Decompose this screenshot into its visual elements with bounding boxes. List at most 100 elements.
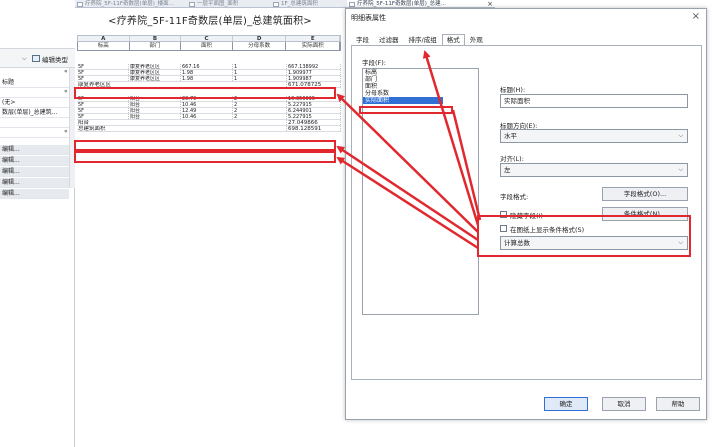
column-header[interactable]: 部门 [130, 42, 182, 50]
property-edit-row[interactable]: 编辑... [0, 178, 69, 188]
collapse-icon[interactable]: « [64, 68, 68, 75]
table-cell[interactable]: 阳台 [129, 102, 181, 107]
column-header[interactable]: 标高 [78, 42, 130, 50]
table-cell[interactable]: 2 [233, 114, 287, 119]
table-cell[interactable]: 1 [233, 76, 287, 81]
table-cell[interactable]: 10.46 [181, 102, 233, 107]
schedule-icon [349, 2, 355, 7]
table-cell[interactable]: 阳台 [129, 114, 181, 119]
table-cell[interactable]: 5F [77, 108, 129, 113]
grand-total-value: 698.128591 [287, 126, 341, 131]
field-format-label: 字段格式: [500, 193, 529, 201]
schedule-sheet: <疗养院_5F-11F奇数层(单层)_总建筑面积> A B C D E 标高 部… [75, 8, 345, 447]
alignment-label: 对齐(L): [500, 155, 524, 163]
tab-label: 疗养院_5F-11F奇数层(单层)_楼面... [85, 1, 174, 7]
cancel-button[interactable]: 取消 [602, 397, 646, 411]
table-cell[interactable]: 5.227915 [287, 102, 341, 107]
list-item[interactable]: 部门 [363, 76, 478, 83]
table-cell[interactable]: 1.909977 [287, 70, 341, 75]
table-cell[interactable]: 5F [77, 102, 129, 107]
table-cell[interactable]: 2 [233, 108, 287, 113]
alignment-select[interactable]: 左 ⌵ [500, 163, 688, 177]
table-cell[interactable]: 667.16 [181, 64, 233, 69]
table-cell[interactable]: 667.138992 [287, 64, 341, 69]
properties-header [0, 0, 75, 48]
property-edit-row[interactable]: 编辑... [0, 145, 69, 155]
field-format-button[interactable]: 字段格式(O)... [602, 187, 688, 201]
view-tab-1f-total[interactable]: 1F_总建筑面积 [271, 0, 343, 7]
select-value: 左 [504, 166, 511, 174]
heading-input[interactable]: 实际面积 [500, 94, 688, 108]
list-item[interactable]: 面积 [363, 83, 478, 90]
table-cell[interactable]: 1 [233, 70, 287, 75]
table-cell[interactable]: 1.98 [181, 70, 233, 75]
column-letter[interactable]: C [181, 36, 233, 42]
view-tab-plan-area[interactable]: 一层平面图_面积 [187, 0, 267, 7]
select-value: 水平 [504, 132, 517, 140]
property-edit-row[interactable]: 编辑... [0, 189, 69, 199]
table-cell[interactable]: 阳台 [129, 108, 181, 113]
property-edit-row[interactable]: 编辑... [0, 156, 69, 166]
tab-close-icon[interactable]: × [487, 0, 493, 7]
table-cell[interactable]: 康复养老区区 [129, 64, 181, 69]
column-header[interactable]: 面积 [181, 42, 233, 50]
subtotal-value: 27.049866 [287, 120, 341, 125]
schedule-properties-dialog: 明细表属性 × 字段 过滤器 排序/成组 格式 外观 字段(F): 标高 部门 … [345, 8, 707, 420]
column-header-actual-area[interactable]: 实际面积 [286, 42, 341, 50]
table-cell[interactable]: 5.227915 [287, 114, 341, 119]
table-cell[interactable]: 康复养老区区 [129, 76, 181, 81]
chevron-down-icon[interactable]: ⌵ [22, 55, 27, 63]
close-icon[interactable]: × [692, 11, 700, 22]
table-cell[interactable]: 1.909987 [287, 76, 341, 81]
dialog-title: 明细表属性 [351, 14, 386, 22]
edit-type-button[interactable]: 编辑类型 [42, 54, 68, 64]
view-tab-floor-area[interactable]: 疗养院_5F-11F奇数层(单层)_楼面... [75, 0, 175, 7]
chevron-down-icon: ⌵ [678, 132, 683, 139]
list-item-selected[interactable]: 实际面积 [363, 97, 443, 104]
tab-label: 1F_总建筑面积 [281, 1, 318, 7]
table-cell[interactable]: 5F [77, 64, 129, 69]
chevron-down-icon: ⌵ [678, 166, 683, 173]
column-header[interactable]: 分母系数 [233, 42, 287, 50]
type-selector-bar: ⌵ 编辑类型 [0, 48, 75, 68]
schedule-title: <疗养院_5F-11F奇数层(单层)_总建筑面积> [108, 16, 312, 27]
highlight-calculation-box [477, 215, 691, 257]
subtotal-label: 阳台 [77, 120, 287, 125]
property-edit-row[interactable]: 编辑... [0, 167, 69, 177]
ok-button[interactable]: 确定 [544, 397, 588, 411]
column-letter[interactable]: D [233, 36, 287, 42]
table-cell[interactable]: 5F [77, 76, 129, 81]
properties-panel: ⌵ 编辑类型 标题 « « (无> 数层(单层)_总建筑... « 编辑... … [0, 0, 75, 447]
highlight-subtotal-box [74, 87, 336, 99]
app-window: 疗养院_5F-11F奇数层(单层)_楼面... 一层平面图_面积 1F_总建筑面… [0, 0, 721, 447]
column-letter[interactable]: A [78, 36, 130, 42]
tab-label: 一层平面图_面积 [197, 1, 239, 7]
table-cell[interactable]: 10.46 [181, 114, 233, 119]
help-button[interactable]: 帮助 [656, 397, 700, 411]
property-row [0, 118, 69, 128]
table-cell[interactable]: 康复养老区区 [129, 70, 181, 75]
column-letter[interactable]: B [130, 36, 182, 42]
collapse-icon[interactable]: « [64, 128, 68, 135]
list-item[interactable]: 标高 [363, 69, 478, 76]
table-cell[interactable]: 5F [77, 70, 129, 75]
schedule-icon [77, 2, 83, 7]
table-cell[interactable]: 5F [77, 114, 129, 119]
table-cell[interactable]: 1.98 [181, 76, 233, 81]
table-cell[interactable]: 6.244901 [287, 108, 341, 113]
column-header-row: 标高 部门 面积 分母系数 实际面积 [77, 42, 341, 51]
table-cell[interactable]: 2 [233, 102, 287, 107]
table-cell[interactable]: 1 [233, 64, 287, 69]
list-item[interactable]: 分母系数 [363, 90, 478, 97]
heading-orientation-select[interactable]: 水平 ⌵ [500, 129, 688, 143]
edit-type-icon [32, 55, 40, 62]
property-row: 数层(单层)_总建筑... [0, 108, 69, 118]
heading-label: 标题(H): [500, 86, 526, 94]
schedule-icon [273, 2, 279, 7]
collapse-icon[interactable]: « [64, 88, 68, 95]
grand-total-row[interactable]: 总建筑面积 698.128591 [77, 126, 341, 132]
property-row: 标题 [0, 78, 69, 88]
view-tab-active[interactable]: 疗养院_5F-11F奇数层(单层)_总建... × [347, 0, 495, 7]
table-cell[interactable]: 12.49 [181, 108, 233, 113]
column-letter[interactable]: E [286, 36, 341, 42]
